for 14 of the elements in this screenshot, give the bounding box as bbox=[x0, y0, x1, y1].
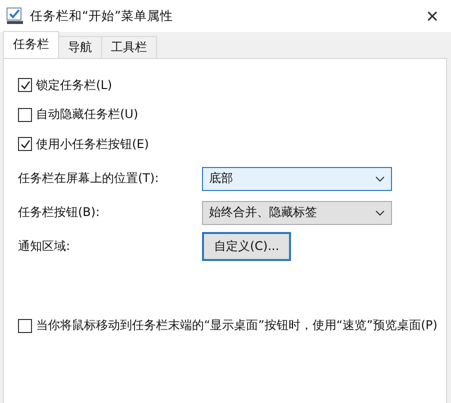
window-title: 任务栏和“开始”菜单属性 bbox=[30, 8, 174, 24]
position-dropdown[interactable]: 底部 bbox=[202, 166, 392, 190]
field-label: 任务栏在屏幕上的位置(T): bbox=[18, 170, 160, 187]
tab[interactable]: 任务栏 bbox=[3, 31, 59, 58]
checkbox-label: 当你将鼠标移动到任务栏末端的“显示桌面”按钮时，使用“速览”预览桌面(P) bbox=[36, 317, 438, 334]
field-label: 通知区域: bbox=[18, 238, 72, 255]
checkbox-label: 使用小任务栏按钮(E) bbox=[36, 136, 149, 152]
field-label: 任务栏按钮(B): bbox=[18, 204, 101, 221]
close-button[interactable]: ✕ bbox=[422, 6, 443, 26]
tab[interactable]: 工具栏 bbox=[101, 36, 157, 58]
checkbox-label: 自动隐藏任务栏(U) bbox=[36, 106, 138, 123]
checkbox-label: 锁定任务栏(L) bbox=[36, 76, 112, 94]
buttons-dropdown[interactable]: 始终合并、隐藏标签 bbox=[202, 200, 392, 224]
customize-button[interactable]: 自定义(C)... bbox=[202, 232, 292, 261]
